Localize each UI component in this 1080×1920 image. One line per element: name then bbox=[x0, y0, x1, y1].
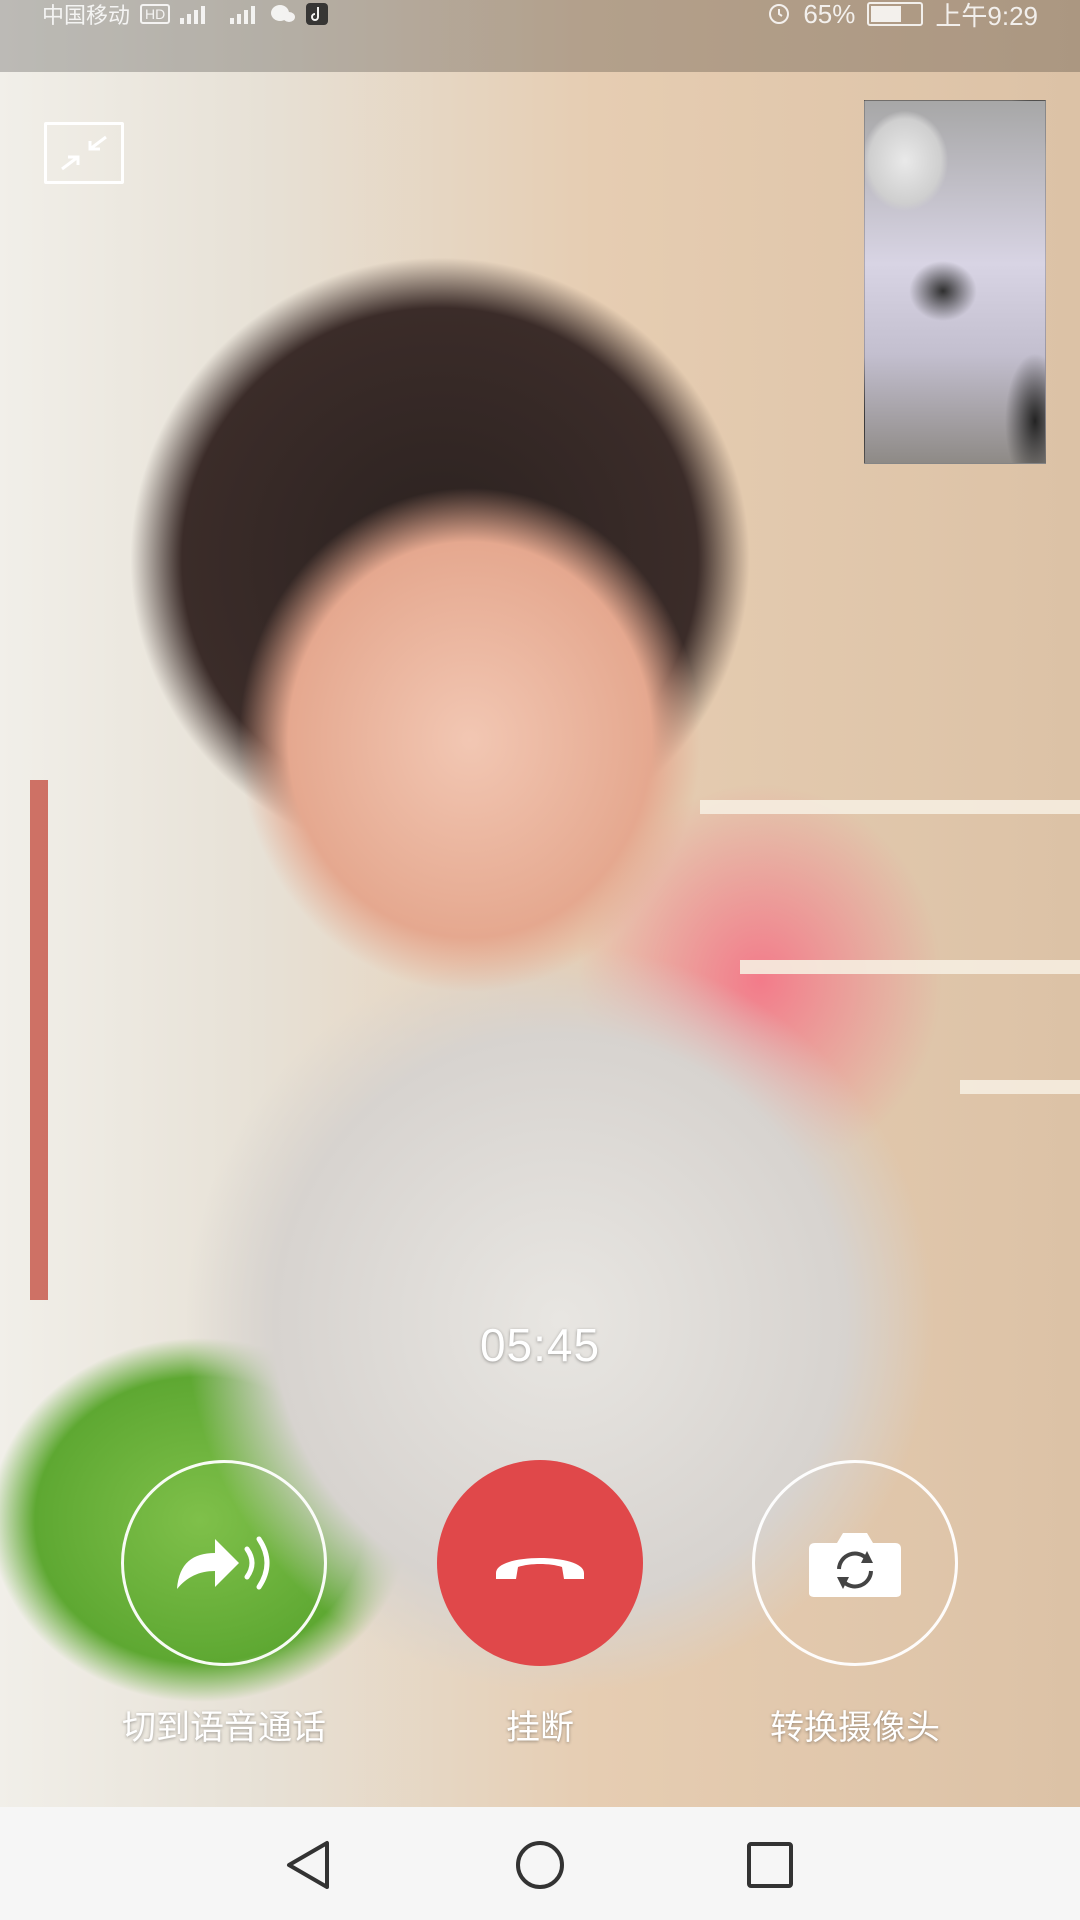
hangup-control[interactable]: 挂断 bbox=[435, 1460, 645, 1749]
nav-home-button[interactable] bbox=[512, 1837, 568, 1893]
home-circle-icon bbox=[516, 1841, 564, 1889]
shrink-arrows-icon bbox=[61, 135, 107, 171]
camera-switch-icon bbox=[809, 1533, 901, 1597]
signal-icon bbox=[180, 6, 256, 24]
hangup-button[interactable] bbox=[437, 1460, 643, 1666]
alarm-icon bbox=[769, 4, 790, 24]
switch-camera-control[interactable]: 转换摄像头 bbox=[750, 1460, 960, 1749]
hangup-label: 挂断 bbox=[506, 1709, 574, 1747]
switch-to-voice-button[interactable] bbox=[121, 1460, 327, 1666]
carrier-name: 中国移动 bbox=[42, 3, 131, 28]
switch-camera-button[interactable] bbox=[752, 1460, 958, 1666]
app-notification-icon bbox=[271, 5, 296, 22]
background-shelf bbox=[740, 960, 1080, 974]
switch-to-voice-label: 切到语音通话 bbox=[122, 1709, 326, 1747]
voice-forward-icon bbox=[177, 1536, 270, 1590]
status-bar: 中国移动 HD 65% 上午9:29 bbox=[0, 0, 1080, 72]
navigation-bar bbox=[0, 1807, 1080, 1920]
nav-back-button[interactable] bbox=[280, 1837, 336, 1893]
hd-badge: HD bbox=[140, 4, 171, 24]
background-shelf bbox=[960, 1080, 1080, 1094]
call-timer: 05:45 bbox=[479, 1319, 601, 1371]
status-right: 65% 上午9:29 bbox=[767, 0, 1038, 31]
background-window-frame bbox=[30, 780, 48, 1300]
status-time: 上午9:29 bbox=[935, 0, 1038, 31]
recent-square-icon bbox=[747, 1842, 793, 1888]
tiktok-icon bbox=[306, 3, 329, 25]
background-shelf bbox=[700, 800, 1080, 814]
battery-percent: 65% bbox=[803, 0, 856, 29]
battery-level-fill bbox=[871, 6, 902, 22]
self-camera-preview[interactable] bbox=[864, 100, 1046, 464]
minimize-button[interactable] bbox=[44, 122, 124, 184]
phone-hangup-icon bbox=[496, 1558, 584, 1579]
back-triangle-icon bbox=[287, 1841, 329, 1889]
status-left: 中国移动 HD bbox=[42, 0, 329, 28]
battery-icon bbox=[867, 2, 924, 26]
switch-camera-label: 转换摄像头 bbox=[770, 1709, 940, 1747]
nav-recent-button[interactable] bbox=[742, 1837, 798, 1893]
switch-to-voice-control[interactable]: 切到语音通话 bbox=[119, 1460, 329, 1749]
